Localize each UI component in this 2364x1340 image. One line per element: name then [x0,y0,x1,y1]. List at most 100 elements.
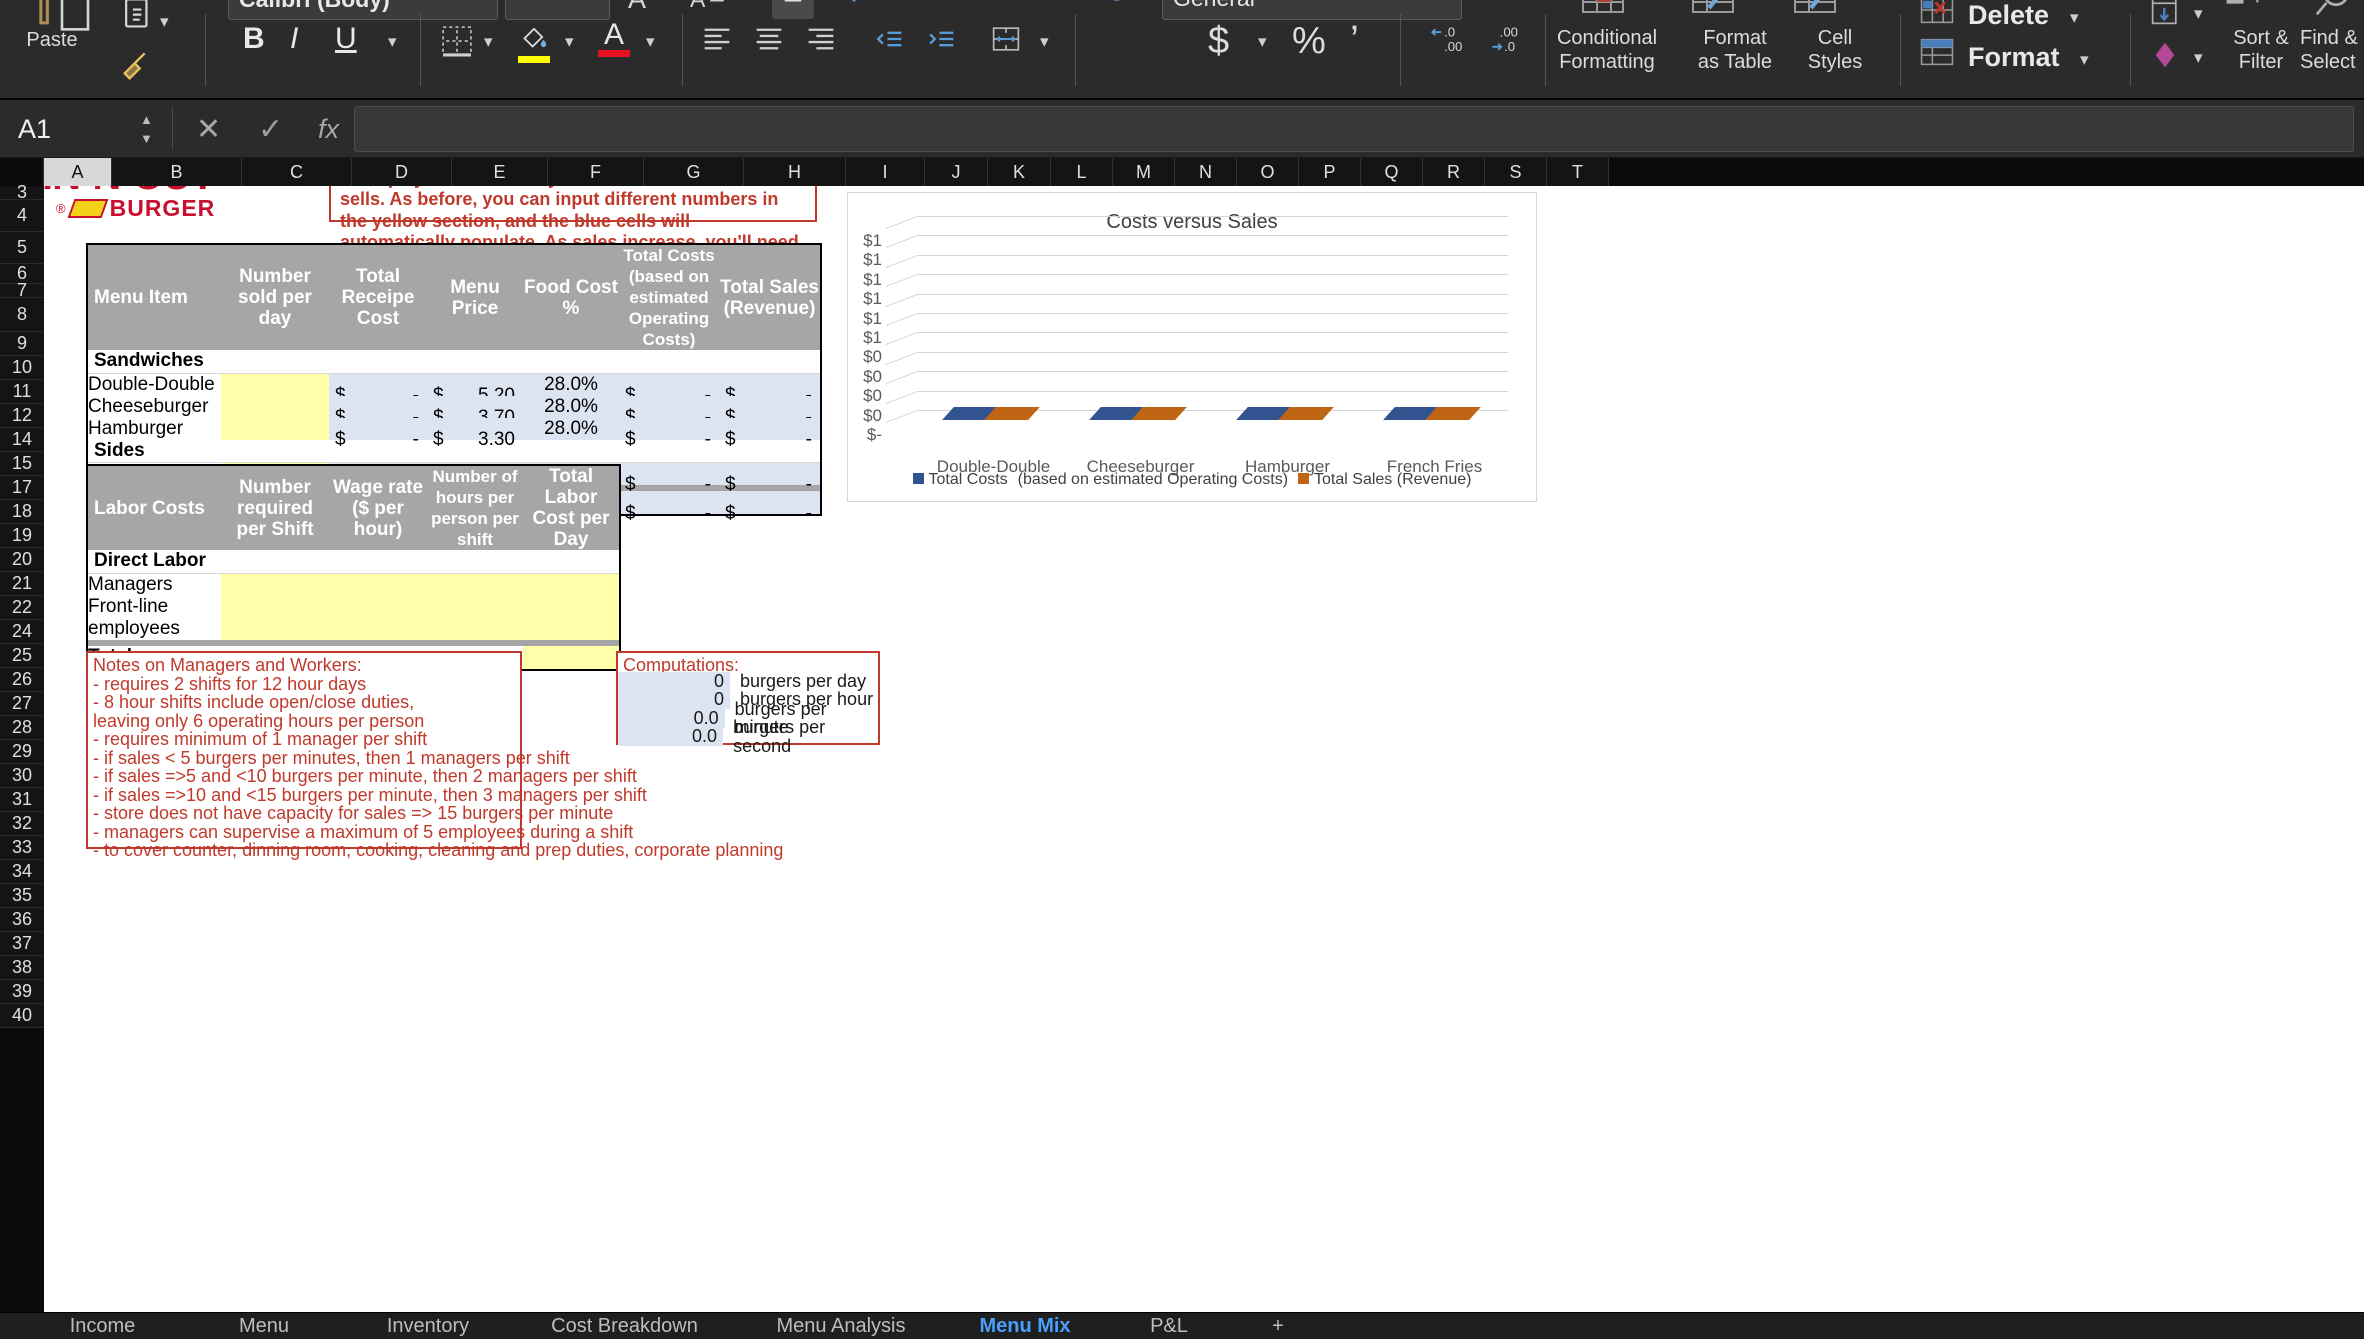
row-header-10[interactable]: 10 [0,356,44,380]
row-header-33[interactable]: 33 [0,836,44,860]
column-header-s[interactable]: S [1485,158,1547,186]
underline-chevron-down-icon[interactable]: ▾ [388,32,397,52]
insert-function-icon[interactable]: fx [318,100,339,158]
labor-number-required-input[interactable] [221,595,329,640]
row-header-36[interactable]: 36 [0,908,44,932]
column-header-k[interactable]: K [988,158,1051,186]
fill-color-chevron-down-icon[interactable]: ▾ [565,32,574,52]
column-header-p[interactable]: P [1299,158,1361,186]
row-header-38[interactable]: 38 [0,956,44,980]
sheet-tab-inventory[interactable]: Inventory [353,1313,503,1340]
row-header-14[interactable]: 14 [0,428,44,452]
font-size-field[interactable] [505,0,610,20]
row-header-17[interactable]: 17 [0,476,44,500]
column-header-b[interactable]: B [112,158,242,186]
row-header-35[interactable]: 35 [0,884,44,908]
sheet-tab-menu[interactable]: Menu [189,1313,339,1340]
labor-total-cost-input[interactable] [523,573,620,596]
row-header-37[interactable]: 37 [0,932,44,956]
sheet-tab-income[interactable]: Income [30,1313,175,1340]
row-header-39[interactable]: 39 [0,980,44,1004]
font-name-field[interactable]: Calibri (Body) [228,0,498,20]
find-select-label-line1[interactable]: Find & [2300,26,2364,50]
sheet-tab-menu-analysis[interactable]: Menu Analysis [746,1313,936,1340]
menu-number-sold-input[interactable] [221,417,329,440]
labor-hours-input[interactable] [427,595,523,640]
confirm-entry-icon[interactable]: ✓ [258,100,283,158]
format-as-table-chevron-down-icon[interactable]: ▾ [1740,0,1749,4]
name-box-spinner-down-icon[interactable]: ▼ [140,132,158,145]
column-header-l[interactable]: L [1051,158,1113,186]
decrease-indent-icon[interactable] [872,22,906,61]
format-as-table-label-line1[interactable]: Format [1680,26,1790,50]
labor-hours-input[interactable] [427,573,523,596]
sort-filter-label-line1[interactable]: Sort & [2216,26,2306,50]
conditional-formatting-label-line2[interactable]: Formatting [1542,50,1672,74]
sort-filter-chevron-down-icon[interactable]: ▾ [2286,0,2295,4]
column-header-m[interactable]: M [1113,158,1175,186]
paste-button-label[interactable]: Paste [12,28,92,52]
conditional-formatting-icon[interactable] [1578,0,1628,25]
sheet-tab-cost-breakdown[interactable]: Cost Breakdown [517,1313,732,1340]
row-header-32[interactable]: 32 [0,812,44,836]
align-right-icon[interactable] [804,22,838,61]
font-color-icon[interactable]: A [598,20,630,57]
cell-styles-icon[interactable] [1790,0,1840,25]
row-header-18[interactable]: 18 [0,500,44,524]
align-top-icon[interactable] [700,0,734,15]
row-header-28[interactable]: 28 [0,716,44,740]
format-cells-icon[interactable] [1920,38,1954,71]
column-header-j[interactable]: J [925,158,988,186]
clear-chevron-down-icon[interactable]: ▾ [2194,48,2203,68]
cell-styles-chevron-down-icon[interactable]: ▾ [1842,0,1851,4]
row-header-15[interactable]: 15 [0,452,44,476]
find-select-label-line2[interactable]: Select [2300,50,2364,74]
row-header-5[interactable]: 5 [0,232,44,264]
cancel-entry-icon[interactable]: ✕ [196,100,221,158]
row-header-11[interactable]: 11 [0,380,44,404]
align-left-icon[interactable] [700,22,734,61]
column-header-a[interactable]: A [44,158,112,186]
column-header-g[interactable]: G [644,158,744,186]
row-header-22[interactable]: 22 [0,596,44,620]
number-format-select[interactable]: General [1162,0,1462,20]
copy-icon[interactable] [120,0,156,45]
column-header-r[interactable]: R [1423,158,1485,186]
cell-styles-label-line2[interactable]: Styles [1780,50,1890,74]
bold-button[interactable]: B [243,22,265,56]
labor-wage-rate-input[interactable] [329,573,427,596]
format-chevron-down-icon[interactable]: ▾ [2080,50,2089,70]
labor-wage-rate-input[interactable] [329,595,427,640]
italic-button[interactable]: I [290,22,298,56]
row-header-26[interactable]: 26 [0,668,44,692]
menu-number-sold-input[interactable] [221,395,329,418]
costs-versus-sales-chart[interactable]: Costs versus Sales $1 $1 $1 $1 $1 $1 $0 $0 $0 $0 $… [847,192,1537,502]
column-header-c[interactable]: C [242,158,352,186]
row-header-4[interactable]: 4 [0,200,44,232]
decrease-decimal-icon[interactable]: .00 .0 [1485,20,1529,61]
column-header-i[interactable]: I [846,158,925,186]
copy-dropdown-chevron-down-icon[interactable]: ▾ [160,12,169,32]
row-header-12[interactable]: 12 [0,404,44,428]
merge-center-icon[interactable] [988,22,1024,61]
row-header-31[interactable]: 31 [0,788,44,812]
sheet-tab-menu-mix[interactable]: Menu Mix [950,1313,1100,1340]
font-color-chevron-down-icon[interactable]: ▾ [646,32,655,52]
row-header-21[interactable]: 21 [0,572,44,596]
name-box[interactable]: A1 [0,100,160,158]
labor-total-cost-input[interactable] [523,595,620,640]
format-as-table-label-line2[interactable]: as Table [1680,50,1790,74]
sort-filter-icon[interactable]: Z [2225,0,2279,23]
name-box-spinner-up-icon[interactable]: ▲ [140,113,158,126]
row-header-24[interactable]: 24 [0,620,44,644]
format-button[interactable]: Format [1968,42,2060,73]
row-header-3[interactable]: 3 [0,182,44,202]
row-header-9[interactable]: 9 [0,332,44,356]
align-middle-icon[interactable] [772,0,814,19]
row-header-8[interactable]: 8 [0,298,44,332]
format-painter-icon[interactable] [118,40,158,85]
increase-indent-icon[interactable] [924,22,958,61]
column-header-o[interactable]: O [1237,158,1299,186]
sheet-tab-p-l[interactable]: P&L [1114,1313,1224,1340]
column-header-e[interactable]: E [452,158,548,186]
